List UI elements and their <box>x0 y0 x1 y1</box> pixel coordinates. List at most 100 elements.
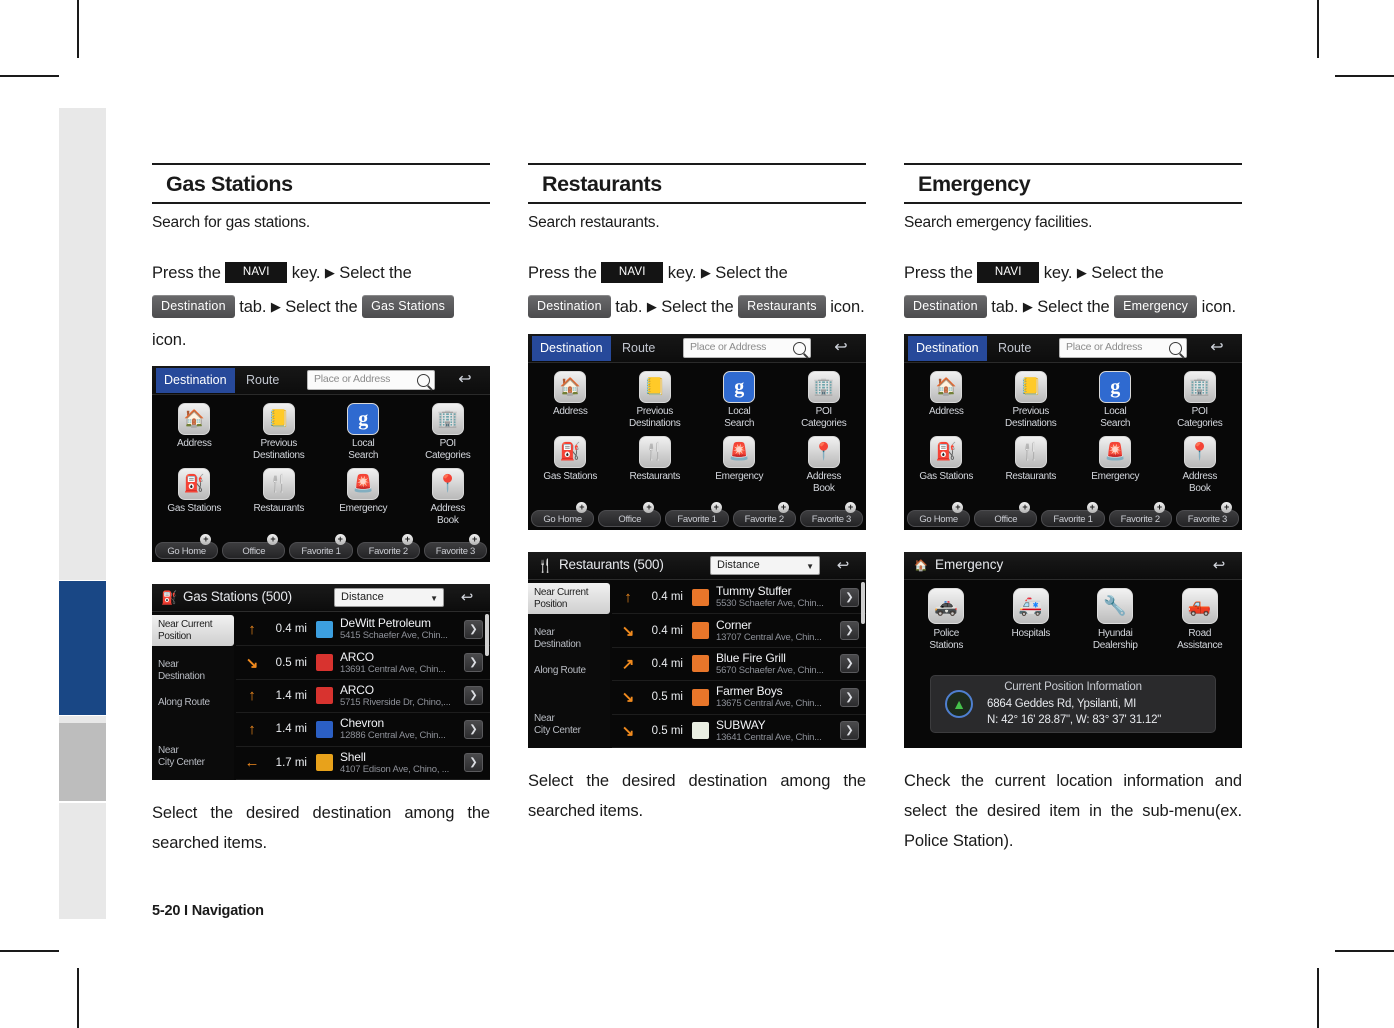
add-icon[interactable]: + <box>952 502 964 513</box>
favorite-button-office[interactable]: Office + <box>974 502 1038 527</box>
favorite-button-favorite-3[interactable]: Favorite 3 + <box>423 534 488 559</box>
chevron-right-icon[interactable]: ❯ <box>464 686 483 706</box>
menu-item-restaurants[interactable]: 🍴 Restaurants <box>613 429 698 494</box>
navi-key-chip[interactable]: NAVI <box>225 262 288 284</box>
tab-route[interactable]: Route <box>990 336 1039 361</box>
chevron-right-icon[interactable]: ❯ <box>464 653 483 673</box>
menu-item-address-book[interactable]: 📍 Address Book <box>406 461 491 526</box>
menu-item-address-book[interactable]: 📍 Address Book <box>1158 429 1243 494</box>
favorite-button-favorite-1[interactable]: Favorite 1 + <box>1041 502 1105 527</box>
search-input[interactable]: Place or Address <box>1059 338 1187 358</box>
favorite-button-favorite-1[interactable]: Favorite 1 + <box>289 534 353 559</box>
sort-dropdown[interactable]: Distance ▼ <box>710 556 820 575</box>
back-icon[interactable]: ↩ <box>1205 555 1233 576</box>
menu-item-address-book[interactable]: 📍 Address Book <box>782 429 867 494</box>
filter-near-destination[interactable]: Near Destination <box>528 623 610 654</box>
search-icon[interactable] <box>793 342 806 355</box>
favorite-button-go-home[interactable]: Go Home + <box>907 502 971 527</box>
search-input[interactable]: Place or Address <box>307 370 435 390</box>
filter-near-current-position[interactable]: Near Current Position <box>152 615 234 646</box>
chevron-right-icon[interactable]: ❯ <box>464 719 483 739</box>
destination-tab-chip[interactable]: Destination <box>528 295 611 319</box>
add-icon[interactable]: + <box>643 502 655 513</box>
tab-destination[interactable]: Destination <box>156 368 235 393</box>
back-icon[interactable]: ↩ <box>1202 338 1232 359</box>
menu-item-gas-stations[interactable]: ⛽ Gas Stations <box>528 429 613 494</box>
filter-near-city-center[interactable]: Near City Center <box>528 709 610 740</box>
favorite-button-favorite-3[interactable]: Favorite 3 + <box>799 502 864 527</box>
back-icon[interactable]: ↩ <box>453 587 481 608</box>
add-icon[interactable]: + <box>845 502 857 513</box>
back-icon[interactable]: ↩ <box>826 338 856 359</box>
menu-item-previous-destinations[interactable]: 📒 Previous Destinations <box>613 364 698 429</box>
favorite-button-favorite-2[interactable]: Favorite 2 + <box>732 502 796 527</box>
menu-item-local-search[interactable]: g Local Search <box>697 364 782 429</box>
tab-route[interactable]: Route <box>614 336 663 361</box>
table-row[interactable]: ↘ 0.5 mi SUBWAY 13641 Central Ave, Chin... ❯ <box>612 715 866 748</box>
destination-tab-chip[interactable]: Destination <box>152 295 235 319</box>
chevron-right-icon[interactable]: ❯ <box>464 619 483 639</box>
target-icon-chip[interactable]: Restaurants <box>738 295 826 319</box>
emergency-item-hyundai-dealership[interactable]: 🔧 Hyundai Dealership <box>1073 588 1158 651</box>
menu-item-emergency[interactable]: 🚨 Emergency <box>697 429 782 494</box>
add-icon[interactable]: + <box>576 502 588 513</box>
search-input[interactable]: Place or Address <box>683 338 811 358</box>
chevron-right-icon[interactable]: ❯ <box>464 753 483 773</box>
table-row[interactable]: ← 1.7 mi Shell 4107 Edison Ave, Chino, ... ❯ <box>236 747 490 780</box>
add-icon[interactable]: + <box>1086 502 1098 513</box>
tab-destination[interactable]: Destination <box>532 336 611 361</box>
search-icon[interactable] <box>417 374 430 387</box>
menu-item-poi-categories[interactable]: 🏢 POI Categories <box>782 364 867 429</box>
menu-item-address[interactable]: 🏠 Address <box>904 364 989 429</box>
menu-item-previous-destinations[interactable]: 📒 Previous Destinations <box>237 396 322 461</box>
add-icon[interactable]: + <box>1221 502 1233 513</box>
chevron-right-icon[interactable]: ❯ <box>840 621 859 641</box>
table-row[interactable]: ↘ 0.4 mi Corner 13707 Central Ave, Chin... ❯ <box>612 614 866 648</box>
add-icon[interactable]: + <box>777 502 789 513</box>
chevron-right-icon[interactable]: ❯ <box>840 654 859 674</box>
add-icon[interactable]: + <box>334 534 346 545</box>
table-row[interactable]: ↑ 1.4 mi Chevron 12886 Central Ave, Chin...… <box>236 713 490 747</box>
table-row[interactable]: ↑ 1.4 mi ARCO 5715 Riverside Dr, Chino,... ❯ <box>236 680 490 714</box>
destination-tab-chip[interactable]: Destination <box>904 295 987 319</box>
favorite-button-office[interactable]: Office + <box>598 502 662 527</box>
add-icon[interactable]: + <box>200 534 212 545</box>
filter-near-city-center[interactable]: Near City Center <box>152 741 234 772</box>
target-icon-chip[interactable]: Gas Stations <box>362 295 455 319</box>
filter-along-route[interactable]: Along Route <box>528 661 610 681</box>
filter-near-destination[interactable]: Near Destination <box>152 655 234 686</box>
scrollbar-thumb[interactable] <box>861 582 865 624</box>
chevron-right-icon[interactable]: ❯ <box>840 721 859 741</box>
scrollbar-thumb[interactable] <box>485 614 489 656</box>
add-icon[interactable]: + <box>710 502 722 513</box>
menu-item-emergency[interactable]: 🚨 Emergency <box>321 461 406 526</box>
menu-item-emergency[interactable]: 🚨 Emergency <box>1073 429 1158 494</box>
search-icon[interactable] <box>1169 342 1182 355</box>
tab-destination[interactable]: Destination <box>908 336 987 361</box>
menu-item-poi-categories[interactable]: 🏢 POI Categories <box>1158 364 1243 429</box>
back-icon[interactable]: ↩ <box>829 555 857 576</box>
emergency-item-hospitals[interactable]: 🚑 Hospitals <box>989 588 1074 651</box>
add-icon[interactable]: + <box>469 534 481 545</box>
menu-item-poi-categories[interactable]: 🏢 POI Categories <box>406 396 491 461</box>
navi-key-chip[interactable]: NAVI <box>601 262 664 284</box>
chevron-right-icon[interactable]: ❯ <box>840 587 859 607</box>
filter-near-current-position[interactable]: Near Current Position <box>528 583 610 614</box>
menu-item-gas-stations[interactable]: ⛽ Gas Stations <box>152 461 237 526</box>
emergency-item-road-assistance[interactable]: 🛻 Road Assistance <box>1158 588 1243 651</box>
favorite-button-office[interactable]: Office + <box>222 534 286 559</box>
target-icon-chip[interactable]: Emergency <box>1114 295 1198 319</box>
favorite-button-favorite-2[interactable]: Favorite 2 + <box>1108 502 1172 527</box>
menu-item-address[interactable]: 🏠 Address <box>152 396 237 461</box>
menu-item-restaurants[interactable]: 🍴 Restaurants <box>989 429 1074 494</box>
navi-key-chip[interactable]: NAVI <box>977 262 1040 284</box>
back-icon[interactable]: ↩ <box>450 370 480 391</box>
add-icon[interactable]: + <box>1019 502 1031 513</box>
table-row[interactable]: ↘ 0.5 mi Farmer Boys 13675 Central Ave, Chi… <box>612 681 866 715</box>
menu-item-address[interactable]: 🏠 Address <box>528 364 613 429</box>
menu-item-restaurants[interactable]: 🍴 Restaurants <box>237 461 322 526</box>
favorite-button-go-home[interactable]: Go Home + <box>531 502 595 527</box>
table-row[interactable]: ↑ 0.4 mi DeWitt Petroleum 5415 Schaefer Ave… <box>236 613 490 647</box>
menu-item-gas-stations[interactable]: ⛽ Gas Stations <box>904 429 989 494</box>
favorite-button-favorite-2[interactable]: Favorite 2 + <box>356 534 420 559</box>
